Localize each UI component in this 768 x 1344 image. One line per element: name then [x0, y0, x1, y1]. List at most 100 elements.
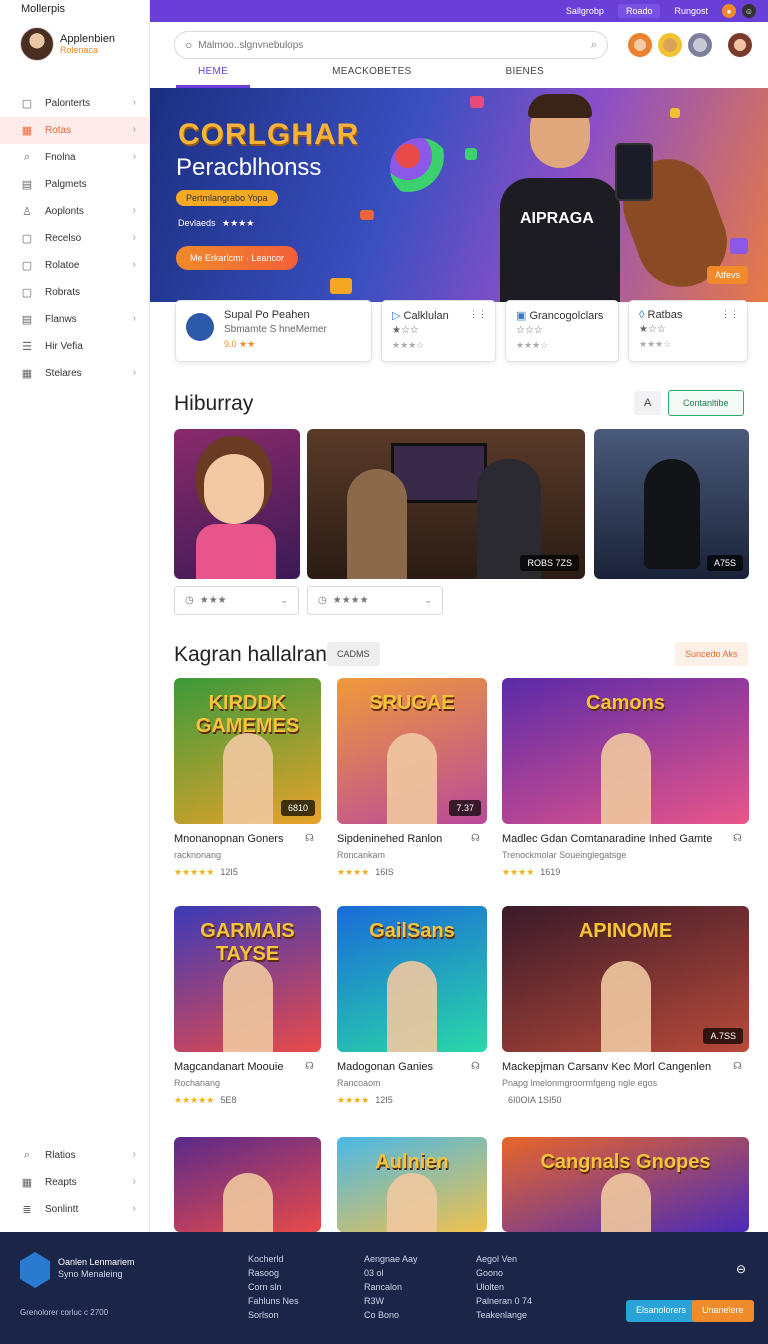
- grid-icon: ▣: [516, 310, 530, 322]
- feature-card[interactable]: ▷ Calklulan ★☆☆ ★★★☆ ⋮⋮: [381, 300, 496, 362]
- footer-link[interactable]: Fahluns Nes: [248, 1294, 299, 1308]
- feature-card[interactable]: Supal Po Peahen Sbmamte S hneMemer 9.0 ★…: [175, 300, 372, 362]
- footer-link[interactable]: Corn sln: [248, 1280, 299, 1294]
- tab-bienes[interactable]: BIENES: [484, 66, 566, 88]
- chevron-right-icon: ›: [132, 367, 136, 378]
- headphones-icon[interactable]: ☊: [733, 833, 742, 844]
- sidebar-item[interactable]: ▤ Flanws ›: [0, 306, 150, 333]
- video-thumbnail[interactable]: ROBS 7ZS: [307, 429, 585, 579]
- tab-macrobetes[interactable]: MEACKOBETES: [310, 66, 433, 88]
- footer-link[interactable]: Sorlson: [248, 1308, 299, 1322]
- clock-icon: ◷: [318, 595, 327, 606]
- footer-link[interactable]: Aegol Ven: [476, 1252, 532, 1266]
- video-thumbnail[interactable]: A75S: [594, 429, 749, 579]
- profile[interactable]: Applenbien Rolenaca: [20, 27, 115, 61]
- sidebar-item[interactable]: ▦ Reapts ›: [0, 1169, 150, 1196]
- footer-link[interactable]: Rancalon: [364, 1280, 418, 1294]
- tab-home[interactable]: HEME: [176, 66, 251, 88]
- chevron-right-icon: ›: [132, 1149, 136, 1160]
- category-chip[interactable]: CADMS: [327, 642, 380, 666]
- avatar[interactable]: [628, 33, 652, 57]
- footer-link[interactable]: Goono: [476, 1266, 532, 1280]
- sidebar-item[interactable]: ▢ Palonterts ›: [0, 90, 150, 117]
- game-thumbnail[interactable]: Aulnien: [337, 1137, 487, 1232]
- sidebar-item[interactable]: ▦ Rotas ›: [0, 117, 150, 144]
- game-title[interactable]: Mnonanopnan Goners: [174, 833, 283, 845]
- avatar[interactable]: [20, 27, 54, 61]
- footer-link[interactable]: Palneran 0 74: [476, 1294, 532, 1308]
- hero-banner[interactable]: AIPRAGA CORLGHAR Peracblhonss Pertmlangr…: [150, 88, 768, 302]
- secondary-footer-button[interactable]: Unanelere: [692, 1300, 754, 1322]
- game-rating: ★★★★ 1619: [502, 867, 560, 878]
- game-title[interactable]: Magcandanart Moouie: [174, 1061, 283, 1073]
- game-title[interactable]: Sipdeninehed Ranlon: [337, 833, 442, 845]
- headphones-icon[interactable]: ☊: [471, 1061, 480, 1072]
- box-icon: ▢: [21, 260, 33, 272]
- sidebar-item[interactable]: ♙ Aoplonts ›: [0, 198, 150, 225]
- sidebar-item[interactable]: ▢ Recelso ›: [0, 225, 150, 252]
- magnifier-icon[interactable]: ⌕: [591, 39, 597, 52]
- footer-link[interactable]: Teakenlange: [476, 1308, 532, 1322]
- sidebar-item[interactable]: ▢ Robrats: [0, 279, 150, 306]
- video-thumbnail[interactable]: [174, 429, 300, 579]
- headphones-icon[interactable]: ☊: [471, 833, 480, 844]
- topbar-link-3[interactable]: Rungost: [666, 4, 716, 18]
- user-menu-icon[interactable]: ☺: [742, 4, 756, 18]
- filter-chip[interactable]: A: [634, 391, 662, 415]
- game-thumbnail[interactable]: Camons: [502, 678, 749, 824]
- headphones-icon[interactable]: ☊: [733, 1061, 742, 1072]
- game-thumbnail[interactable]: GailSans: [337, 906, 487, 1052]
- sidebar-item[interactable]: ▤ Palgmets: [0, 171, 150, 198]
- feature-card[interactable]: ▣ Grancogolclars ☆☆☆ ★★★☆: [505, 300, 619, 362]
- footer-link[interactable]: Co Bono: [364, 1308, 418, 1322]
- footer-link[interactable]: 03 ol: [364, 1266, 418, 1280]
- game-title[interactable]: Madogonan Ganies: [337, 1061, 433, 1073]
- footer-link[interactable]: Aengnae Aay: [364, 1252, 418, 1266]
- game-thumbnail[interactable]: APINOME A.7SS: [502, 906, 749, 1052]
- sidebar-item[interactable]: ⌕ Rlatios ›: [0, 1142, 150, 1169]
- sidebar-item[interactable]: ▦ Stelares ›: [0, 360, 150, 387]
- avatar[interactable]: [688, 33, 712, 57]
- avatar[interactable]: [658, 33, 682, 57]
- topbar-link-1[interactable]: Sallgrobp: [558, 4, 612, 18]
- primary-footer-button[interactable]: Elsanolorers: [626, 1300, 697, 1322]
- external-icon[interactable]: ⊖: [736, 1262, 746, 1276]
- game-thumbnail[interactable]: SRUGAE 7.37: [337, 678, 487, 824]
- rating-select[interactable]: ◷ ★★★ ⌄: [174, 586, 299, 615]
- see-all-button[interactable]: Suncedo Aks: [675, 642, 748, 666]
- hero-badge[interactable]: Atfevs: [706, 266, 748, 284]
- headphones-icon[interactable]: ☊: [305, 1061, 314, 1072]
- hero-cta-button[interactable]: Me Erkarlcmr · Leancor: [176, 246, 299, 270]
- game-thumbnail[interactable]: [174, 1137, 321, 1232]
- sidebar-item[interactable]: ⌕ Fnolna ›: [0, 144, 150, 171]
- rating-stars: ★★★★: [502, 867, 535, 877]
- feature-card[interactable]: ◊ Ratbas ★☆☆ ★★★☆ ⋮⋮: [628, 300, 748, 362]
- avatar[interactable]: [728, 33, 752, 57]
- topbar-link-2[interactable]: Roado: [617, 4, 661, 18]
- game-art-title: KIRDDK GAMEMES: [195, 692, 300, 737]
- game-thumbnail[interactable]: Cangnals Gnopes: [502, 1137, 749, 1232]
- more-icon[interactable]: ⋮⋮: [721, 309, 739, 320]
- game-art-title: Cangnals Gnopes: [540, 1151, 711, 1173]
- footer-link[interactable]: Rasoog: [248, 1266, 299, 1280]
- notification-icon[interactable]: ●: [722, 4, 736, 18]
- sidebar-item[interactable]: ▢ Rolatoe ›: [0, 252, 150, 279]
- search-bar[interactable]: ○ ⌕: [174, 31, 608, 59]
- rating-select[interactable]: ◷ ★★★★ ⌄: [307, 586, 443, 615]
- menu-icon: ☰: [22, 341, 32, 353]
- game-thumbnail[interactable]: GARMAIS TAYSE: [174, 906, 321, 1052]
- sidebar-item[interactable]: ≣ Sonlintt ›: [0, 1196, 150, 1223]
- game-rating: ★★★★ 12I5: [337, 1095, 393, 1106]
- game-thumbnail[interactable]: KIRDDK GAMEMES 6810: [174, 678, 321, 824]
- sidebar-item[interactable]: ☰ Hir Vefia: [0, 333, 150, 360]
- headphones-icon[interactable]: ☊: [305, 833, 314, 844]
- footer-link[interactable]: R3W: [364, 1294, 418, 1308]
- game-title[interactable]: Mackepjman Carsanv Kec Morl Cangenlen: [502, 1061, 711, 1073]
- footer-link[interactable]: Kocherld: [248, 1252, 299, 1266]
- more-icon[interactable]: ⋮⋮: [469, 309, 487, 320]
- footer-link[interactable]: Ulolten: [476, 1280, 532, 1294]
- game-rating: ★★★★★ 12I5: [174, 867, 238, 878]
- game-title[interactable]: Madlec Gdan Comtanaradine Inhed Gamte: [502, 833, 712, 845]
- continue-button[interactable]: Contanltibe: [668, 390, 744, 416]
- search-input[interactable]: [198, 39, 569, 51]
